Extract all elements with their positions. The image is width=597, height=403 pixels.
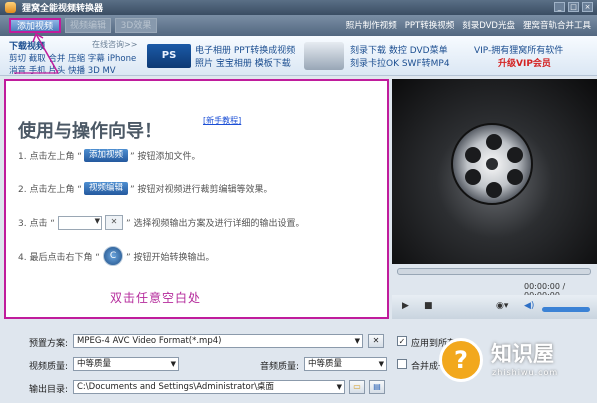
audio-quality-select[interactable]: 中等质量 ▼ (304, 357, 387, 371)
dvd-links-1[interactable]: 刻录下载 数控 DVD菜单 (350, 43, 448, 56)
step-2-suffix: ” 按钮对视频进行裁剪编辑等效果。 (130, 185, 273, 195)
add-video-button[interactable]: 添加视频 (9, 18, 61, 33)
preset-select[interactable]: MPEG-4 AVC Video Format(*.mp4) ▼ (73, 334, 363, 348)
tutorial-link[interactable]: [新手教程] (203, 115, 241, 126)
guide-step-3: 3. 点击 “ ✕ ” 选择视频输出方案及进行详细的输出设置。 (18, 215, 305, 230)
step-1-add-video-button: 添加视频 (83, 149, 128, 162)
output-dir-value: C:\Documents and Settings\Administrator\… (77, 382, 275, 392)
online-consult-link[interactable]: 在线咨询>> (92, 39, 137, 50)
chevron-down-icon: ▼ (336, 383, 342, 391)
step-1-suffix: ” 按钮添加文件。 (130, 152, 201, 162)
edit-video-button[interactable]: 视频编辑 (65, 18, 111, 33)
question-mark-icon: ? (439, 338, 483, 382)
video-quality-label: 视频质量: (29, 362, 69, 372)
step-4-convert-icon: C (102, 246, 123, 266)
link-audio-merge[interactable]: 狸窝音轨合并工具 (523, 19, 591, 31)
step-4-suffix: ” 按钮开始转换输出。 (125, 252, 215, 263)
window-title: 狸窝全能视频转换器 (22, 4, 104, 14)
video-quality-value: 中等质量 (77, 359, 112, 369)
volume-icon[interactable]: ◀) (524, 301, 534, 311)
guide-step-2: 2. 点击左上角 “ 视频编辑 ” 按钮对视频进行裁剪编辑等效果。 (18, 182, 273, 195)
step-3-wrench-icon: ✕ (104, 215, 123, 230)
play-icon[interactable]: ▶ (402, 301, 409, 311)
download-video-link[interactable]: 下载视频 (9, 39, 45, 52)
chevron-down-icon: ▼ (378, 360, 384, 368)
open-folder-icon[interactable]: ▤ (369, 380, 385, 394)
step-3-preset-combo (57, 215, 102, 230)
title-bar: 狸窝全能视频转换器 _ □ × (0, 0, 597, 15)
top-links: 照片制作视频 PPT转换视频 刻录DVD光盘 狸窝音轨合并工具 (346, 19, 591, 31)
guide-step-1: 1. 点击左上角 “ 添加视频 ” 按钮添加文件。 (18, 149, 201, 162)
dvd-device-icon[interactable] (304, 42, 344, 70)
dvd-links-2[interactable]: 刻录卡拉OK SWF转MP4 (350, 56, 450, 69)
toolbar: 添加视频 视频编辑 3D效果 照片制作视频 PPT转换视频 刻录DVD光盘 狸窝… (0, 15, 597, 36)
seek-bar[interactable] (397, 268, 591, 275)
link-ppt-video[interactable]: PPT转换视频 (405, 19, 454, 31)
promo-banner: 下载视频 在线咨询>> 剪切 截取 合并 压缩 字幕 iPhone 消音 手机 … (0, 36, 597, 76)
step-1-prefix: 1. 点击左上角 “ (18, 152, 82, 162)
merge-checkbox[interactable] (397, 359, 407, 369)
snapshot-icon[interactable]: ◉▾ (496, 301, 508, 311)
photoshop-icon[interactable]: PS (147, 44, 191, 68)
link-burn-dvd[interactable]: 刻录DVD光盘 (462, 19, 515, 31)
close-button[interactable]: × (582, 2, 593, 12)
output-dir-label: 输出目录: (29, 385, 69, 395)
volume-slider[interactable] (542, 307, 590, 312)
preset-value: MPEG-4 AVC Video Format(*.mp4) (77, 336, 222, 346)
guide-step-4: 4. 最后点击右下角 “ C ” 按钮开始转换输出。 (18, 246, 215, 266)
step-3-suffix: ” 选择视频输出方案及进行详细的输出设置。 (125, 219, 305, 229)
photo-album-links-2[interactable]: 照片 宝宝相册 模板下载 (195, 56, 291, 69)
watermark-logo: ? 知识屋 zhishiwu.com (439, 334, 597, 403)
video-preview (392, 79, 597, 264)
chevron-down-icon: ▼ (354, 337, 360, 345)
watermark-name: 知识屋 (491, 342, 554, 366)
tool-links-row-2[interactable]: 消音 手机 片头 快播 3D MV (9, 64, 116, 76)
step-2-edit-video-button: 视频编辑 (83, 182, 128, 195)
audio-quality-value: 中等质量 (308, 359, 343, 369)
watermark-domain: zhishiwu.com (492, 368, 559, 377)
preset-label: 预置方案: (29, 339, 69, 349)
folder-icon[interactable]: ▭ (349, 380, 365, 394)
wrench-settings-icon[interactable]: ✕ (368, 334, 384, 348)
guide-title: 使用与操作向导！ (18, 121, 162, 142)
stop-icon[interactable]: ■ (424, 301, 433, 311)
video-quality-select[interactable]: 中等质量 ▼ (73, 357, 179, 371)
step-3-prefix: 3. 点击 “ (18, 219, 55, 229)
apply-all-checkbox[interactable]: ✓ (397, 336, 407, 346)
3d-effect-button[interactable]: 3D效果 (115, 18, 157, 33)
vip-info[interactable]: VIP-拥有狸窝所有软件 (474, 43, 563, 56)
maximize-button[interactable]: □ (568, 2, 579, 12)
tool-links-row-1[interactable]: 剪切 截取 合并 压缩 字幕 iPhone (9, 52, 136, 64)
minimize-button[interactable]: _ (554, 2, 565, 12)
window-controls: _ □ × (554, 2, 593, 12)
vip-upgrade-link[interactable]: 升级VIP会员 (498, 56, 551, 69)
step-2-prefix: 2. 点击左上角 “ (18, 185, 82, 195)
output-dir-select[interactable]: C:\Documents and Settings\Administrator\… (73, 380, 345, 394)
handwritten-annotation: 双击任意空白处 (110, 291, 202, 305)
step-4-prefix: 4. 最后点击右下角 “ (18, 252, 100, 263)
photo-album-links-1[interactable]: 电子相册 PPT转换成视频 (195, 43, 295, 56)
audio-quality-label: 音频质量: (260, 362, 300, 372)
film-reel-icon (451, 123, 533, 205)
file-list-panel[interactable]: 使用与操作向导！ [新手教程] 1. 点击左上角 “ 添加视频 ” 按钮添加文件… (4, 79, 389, 319)
chevron-down-icon: ▼ (170, 360, 176, 368)
link-photo-video[interactable]: 照片制作视频 (346, 19, 397, 31)
app-logo-icon (5, 2, 16, 13)
